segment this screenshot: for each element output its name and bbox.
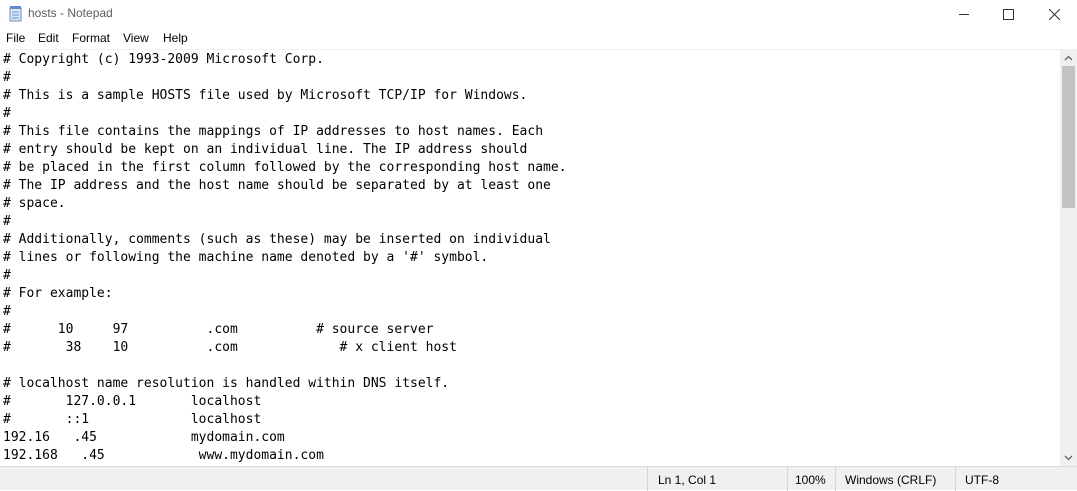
menu-file[interactable]: File <box>6 31 25 45</box>
maximize-icon <box>1002 8 1014 20</box>
close-icon <box>1048 8 1060 20</box>
status-cell-zoom: 100% <box>787 467 835 491</box>
status-cell-encoding: UTF-8 <box>955 467 1077 491</box>
status-cell-position: Ln 1, Col 1 <box>647 467 787 491</box>
close-button[interactable] <box>1031 0 1077 28</box>
minimize-button[interactable] <box>941 0 987 28</box>
editor-content[interactable]: # Copyright (c) 1993-2009 Microsoft Corp… <box>0 51 567 465</box>
scroll-down-button[interactable] <box>1060 449 1077 466</box>
chevron-down-icon <box>1064 455 1073 460</box>
line-ending: Windows (CRLF) <box>845 473 937 487</box>
menu-format[interactable]: Format <box>72 31 110 45</box>
menu-help[interactable]: Help <box>163 31 188 45</box>
chevron-up-icon <box>1064 55 1073 60</box>
text-editor[interactable]: # Copyright (c) 1993-2009 Microsoft Corp… <box>0 49 1060 467</box>
minimize-icon <box>958 13 969 15</box>
menu-edit[interactable]: Edit <box>38 31 59 45</box>
title-bar[interactable]: hosts - Notepad <box>0 0 1077 28</box>
cursor-position: Ln 1, Col 1 <box>658 473 717 487</box>
notepad-icon <box>9 6 23 22</box>
vertical-scrollbar[interactable] <box>1060 49 1077 466</box>
menu-view[interactable]: View <box>123 31 149 45</box>
status-bar: Ln 1, Col 1 100% Windows (CRLF) UTF-8 <box>0 466 1077 491</box>
menu-bar: File Edit Format View Help <box>0 28 1077 48</box>
window-title: hosts - Notepad <box>28 6 113 20</box>
status-cell-line-ending: Windows (CRLF) <box>835 467 955 491</box>
zoom-level: 100% <box>795 473 826 487</box>
encoding: UTF-8 <box>965 473 999 487</box>
scrollbar-thumb[interactable] <box>1062 66 1075 208</box>
scroll-up-button[interactable] <box>1060 49 1077 66</box>
maximize-button[interactable] <box>985 0 1031 28</box>
